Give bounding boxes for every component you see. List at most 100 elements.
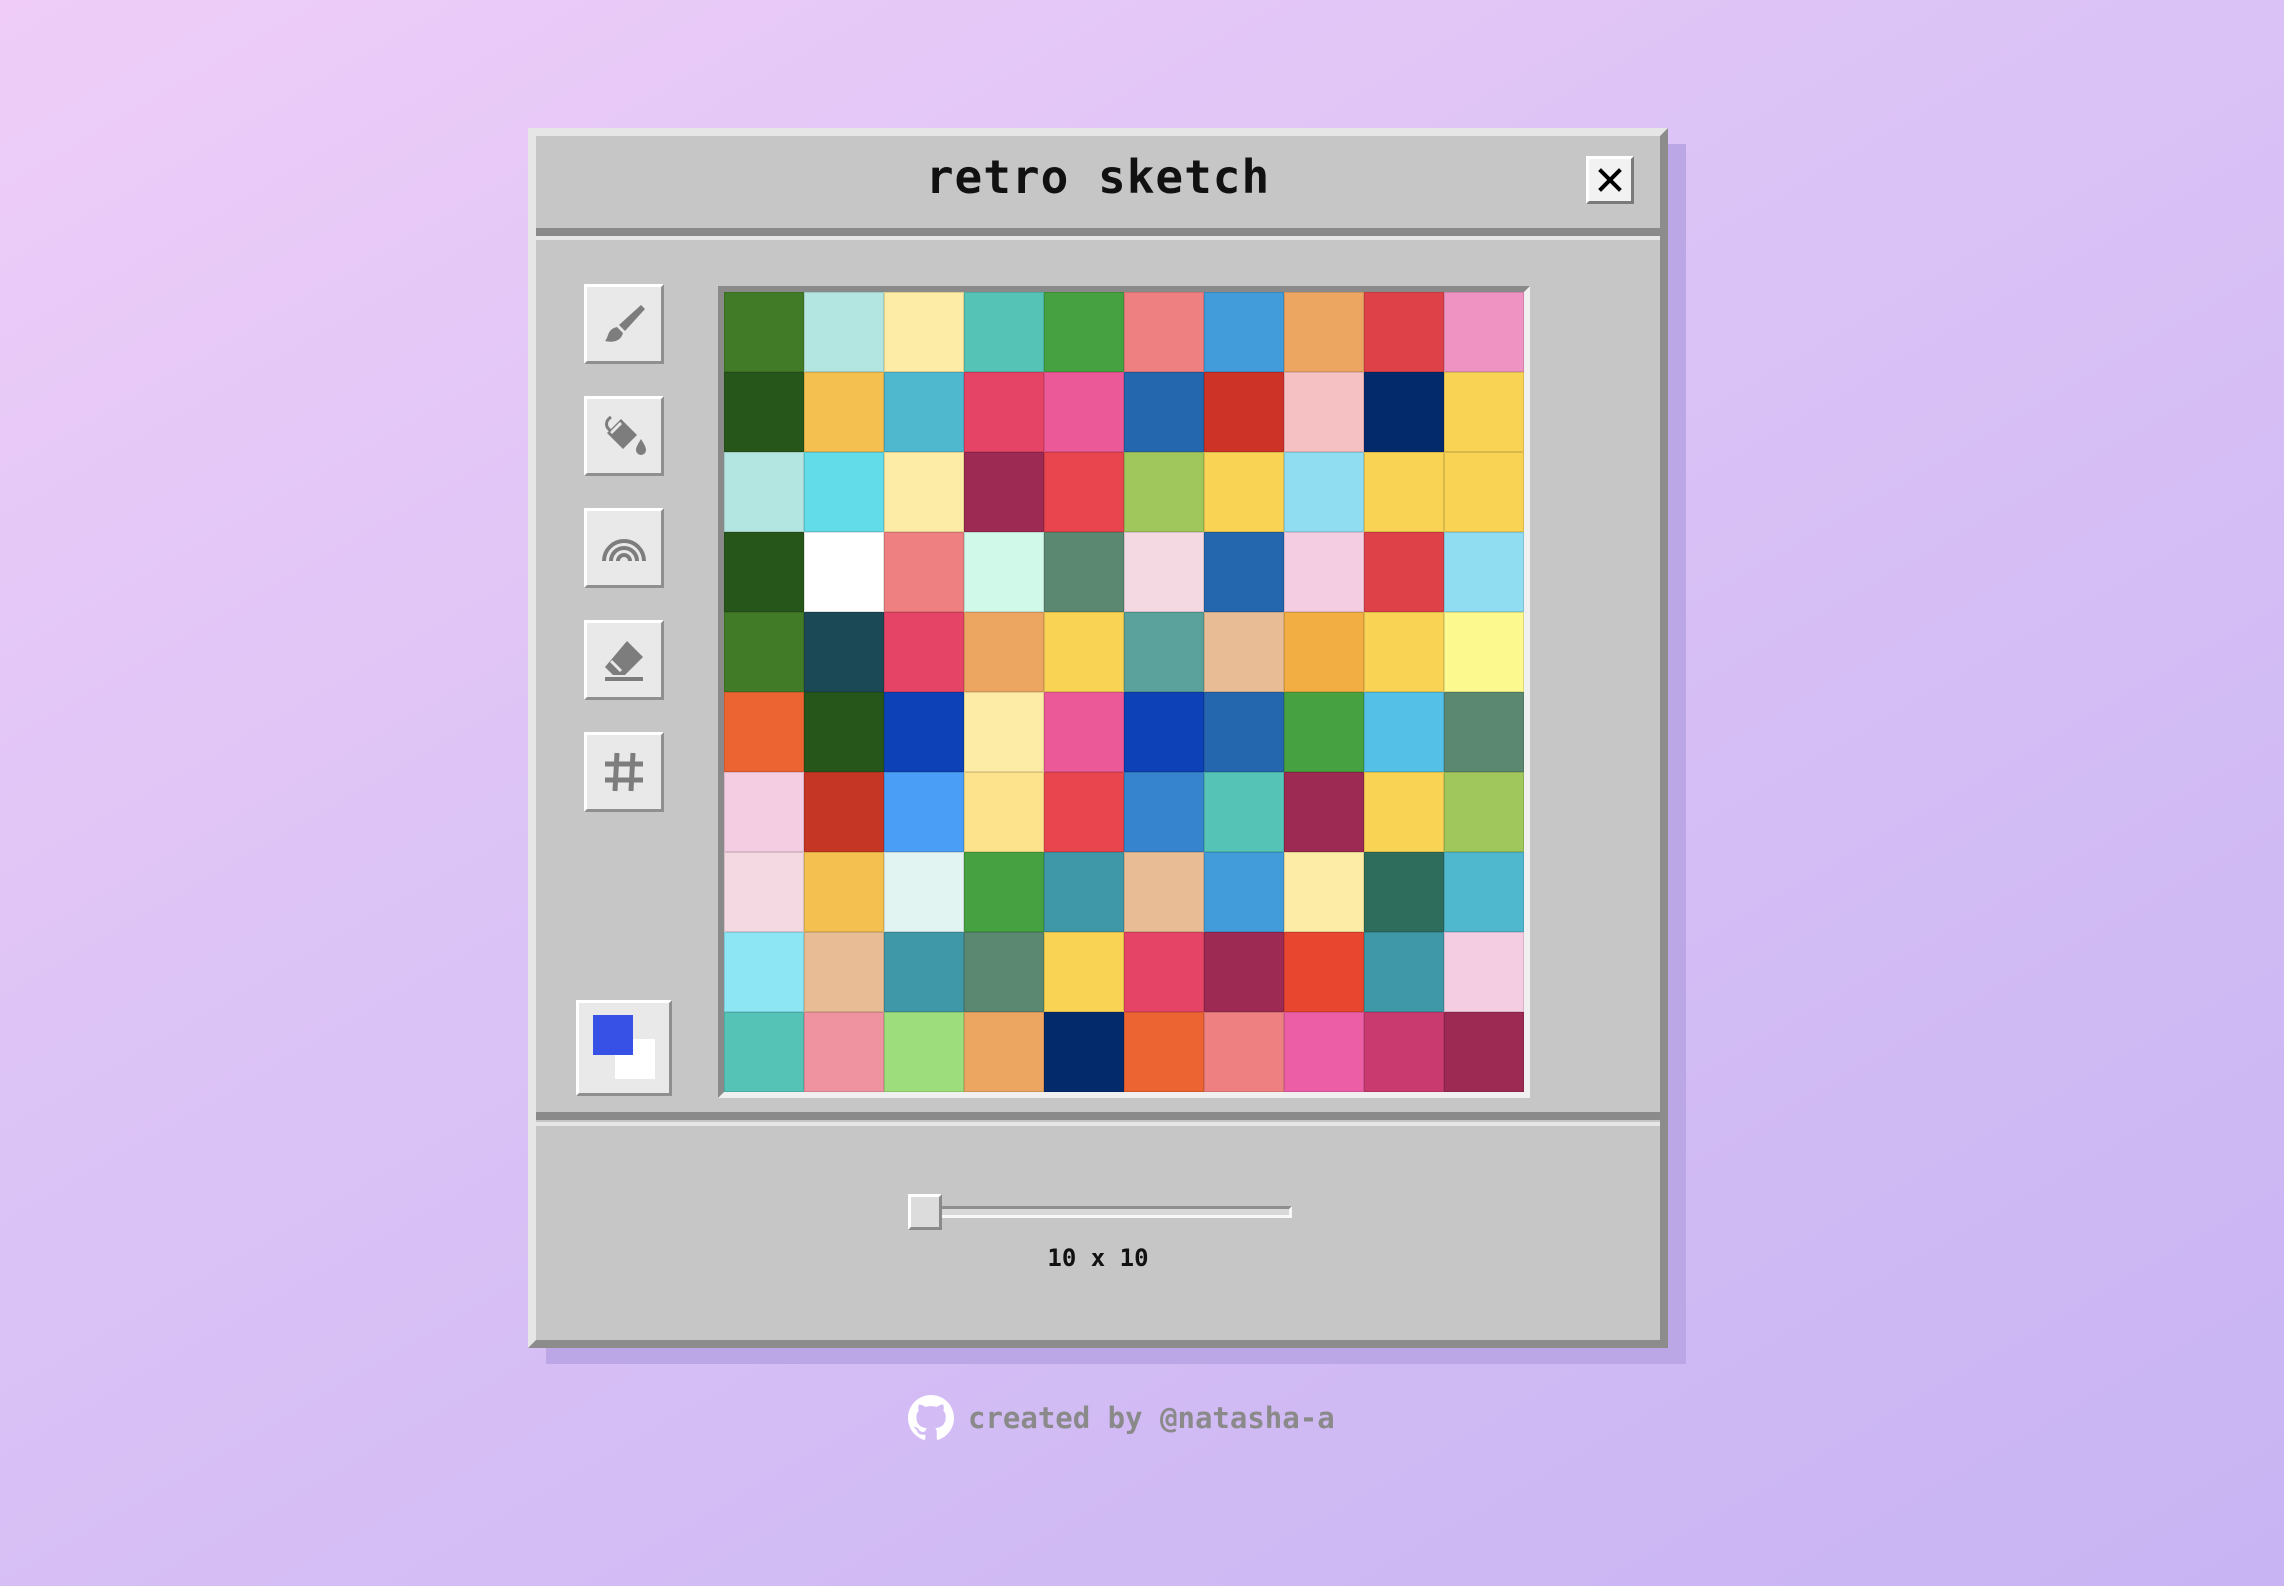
canvas-cell[interactable] <box>1204 452 1284 532</box>
canvas-cell[interactable] <box>804 1012 884 1092</box>
canvas-cell[interactable] <box>804 532 884 612</box>
canvas-cell[interactable] <box>884 612 964 692</box>
canvas-cell[interactable] <box>804 772 884 852</box>
canvas-cell[interactable] <box>1204 852 1284 932</box>
primary-color-swatch[interactable] <box>593 1015 633 1055</box>
drawing-canvas[interactable] <box>718 286 1530 1098</box>
canvas-cell[interactable] <box>964 772 1044 852</box>
canvas-cell[interactable] <box>884 372 964 452</box>
canvas-cell[interactable] <box>1364 612 1444 692</box>
canvas-cell[interactable] <box>1284 1012 1364 1092</box>
canvas-cell[interactable] <box>804 692 884 772</box>
fill-tool-button[interactable] <box>584 396 664 476</box>
canvas-cell[interactable] <box>1124 372 1204 452</box>
canvas-cell[interactable] <box>1204 612 1284 692</box>
canvas-cell[interactable] <box>1284 772 1364 852</box>
canvas-cell[interactable] <box>884 772 964 852</box>
canvas-cell[interactable] <box>1444 292 1524 372</box>
brush-tool-button[interactable] <box>584 284 664 364</box>
canvas-cell[interactable] <box>1364 292 1444 372</box>
canvas-cell[interactable] <box>1284 452 1364 532</box>
canvas-cell[interactable] <box>1124 932 1204 1012</box>
canvas-cell[interactable] <box>1364 452 1444 532</box>
canvas-cell[interactable] <box>1444 452 1524 532</box>
canvas-cell[interactable] <box>804 612 884 692</box>
canvas-cell[interactable] <box>804 292 884 372</box>
canvas-cell[interactable] <box>1204 292 1284 372</box>
rainbow-tool-button[interactable] <box>584 508 664 588</box>
canvas-cell[interactable] <box>1444 1012 1524 1092</box>
canvas-cell[interactable] <box>1284 932 1364 1012</box>
canvas-cell[interactable] <box>1364 372 1444 452</box>
canvas-cell[interactable] <box>1044 692 1124 772</box>
canvas-cell[interactable] <box>964 692 1044 772</box>
canvas-cell[interactable] <box>964 932 1044 1012</box>
canvas-cell[interactable] <box>1204 932 1284 1012</box>
color-picker-swatch[interactable] <box>576 1000 672 1096</box>
canvas-cell[interactable] <box>1284 692 1364 772</box>
canvas-cell[interactable] <box>1044 292 1124 372</box>
canvas-cell[interactable] <box>884 692 964 772</box>
canvas-cell[interactable] <box>724 852 804 932</box>
canvas-cell[interactable] <box>1044 452 1124 532</box>
canvas-cell[interactable] <box>1044 852 1124 932</box>
canvas-cell[interactable] <box>1284 852 1364 932</box>
canvas-cell[interactable] <box>804 932 884 1012</box>
canvas-cell[interactable] <box>1444 852 1524 932</box>
canvas-cell[interactable] <box>1364 532 1444 612</box>
canvas-cell[interactable] <box>724 452 804 532</box>
canvas-cell[interactable] <box>964 372 1044 452</box>
canvas-cell[interactable] <box>1204 532 1284 612</box>
grid-size-slider[interactable] <box>910 1206 1292 1218</box>
canvas-cell[interactable] <box>884 292 964 372</box>
canvas-cell[interactable] <box>1124 1012 1204 1092</box>
canvas-cell[interactable] <box>724 1012 804 1092</box>
canvas-cell[interactable] <box>884 852 964 932</box>
canvas-cell[interactable] <box>1044 932 1124 1012</box>
canvas-cell[interactable] <box>1124 532 1204 612</box>
canvas-cell[interactable] <box>724 532 804 612</box>
canvas-cell[interactable] <box>1044 612 1124 692</box>
canvas-cell[interactable] <box>804 372 884 452</box>
canvas-cell[interactable] <box>1284 372 1364 452</box>
grid-toggle-button[interactable] <box>584 732 664 812</box>
canvas-cell[interactable] <box>1204 772 1284 852</box>
canvas-cell[interactable] <box>964 1012 1044 1092</box>
canvas-cell[interactable] <box>724 372 804 452</box>
canvas-cell[interactable] <box>1444 692 1524 772</box>
canvas-cell[interactable] <box>964 292 1044 372</box>
canvas-cell[interactable] <box>724 612 804 692</box>
canvas-cell[interactable] <box>1364 772 1444 852</box>
slider-thumb[interactable] <box>908 1194 942 1230</box>
canvas-cell[interactable] <box>1124 292 1204 372</box>
canvas-cell[interactable] <box>884 452 964 532</box>
canvas-cell[interactable] <box>724 932 804 1012</box>
canvas-cell[interactable] <box>1204 372 1284 452</box>
canvas-cell[interactable] <box>1044 1012 1124 1092</box>
canvas-cell[interactable] <box>1124 852 1204 932</box>
canvas-cell[interactable] <box>1364 1012 1444 1092</box>
canvas-cell[interactable] <box>964 532 1044 612</box>
canvas-cell[interactable] <box>1204 692 1284 772</box>
canvas-cell[interactable] <box>1124 772 1204 852</box>
canvas-cell[interactable] <box>1364 852 1444 932</box>
canvas-cell[interactable] <box>1444 532 1524 612</box>
canvas-cell[interactable] <box>1124 452 1204 532</box>
canvas-cell[interactable] <box>884 1012 964 1092</box>
canvas-cell[interactable] <box>1364 692 1444 772</box>
canvas-cell[interactable] <box>1444 612 1524 692</box>
canvas-cell[interactable] <box>724 292 804 372</box>
canvas-cell[interactable] <box>1044 772 1124 852</box>
eraser-tool-button[interactable] <box>584 620 664 700</box>
close-button[interactable] <box>1586 156 1634 204</box>
canvas-cell[interactable] <box>1124 692 1204 772</box>
canvas-cell[interactable] <box>1044 372 1124 452</box>
canvas-cell[interactable] <box>1204 1012 1284 1092</box>
canvas-cell[interactable] <box>964 852 1044 932</box>
canvas-cell[interactable] <box>884 532 964 612</box>
canvas-cell[interactable] <box>1444 372 1524 452</box>
credit-link[interactable]: created by @natasha-a <box>908 1394 1335 1442</box>
canvas-cell[interactable] <box>1284 292 1364 372</box>
canvas-cell[interactable] <box>804 452 884 532</box>
canvas-cell[interactable] <box>1444 932 1524 1012</box>
